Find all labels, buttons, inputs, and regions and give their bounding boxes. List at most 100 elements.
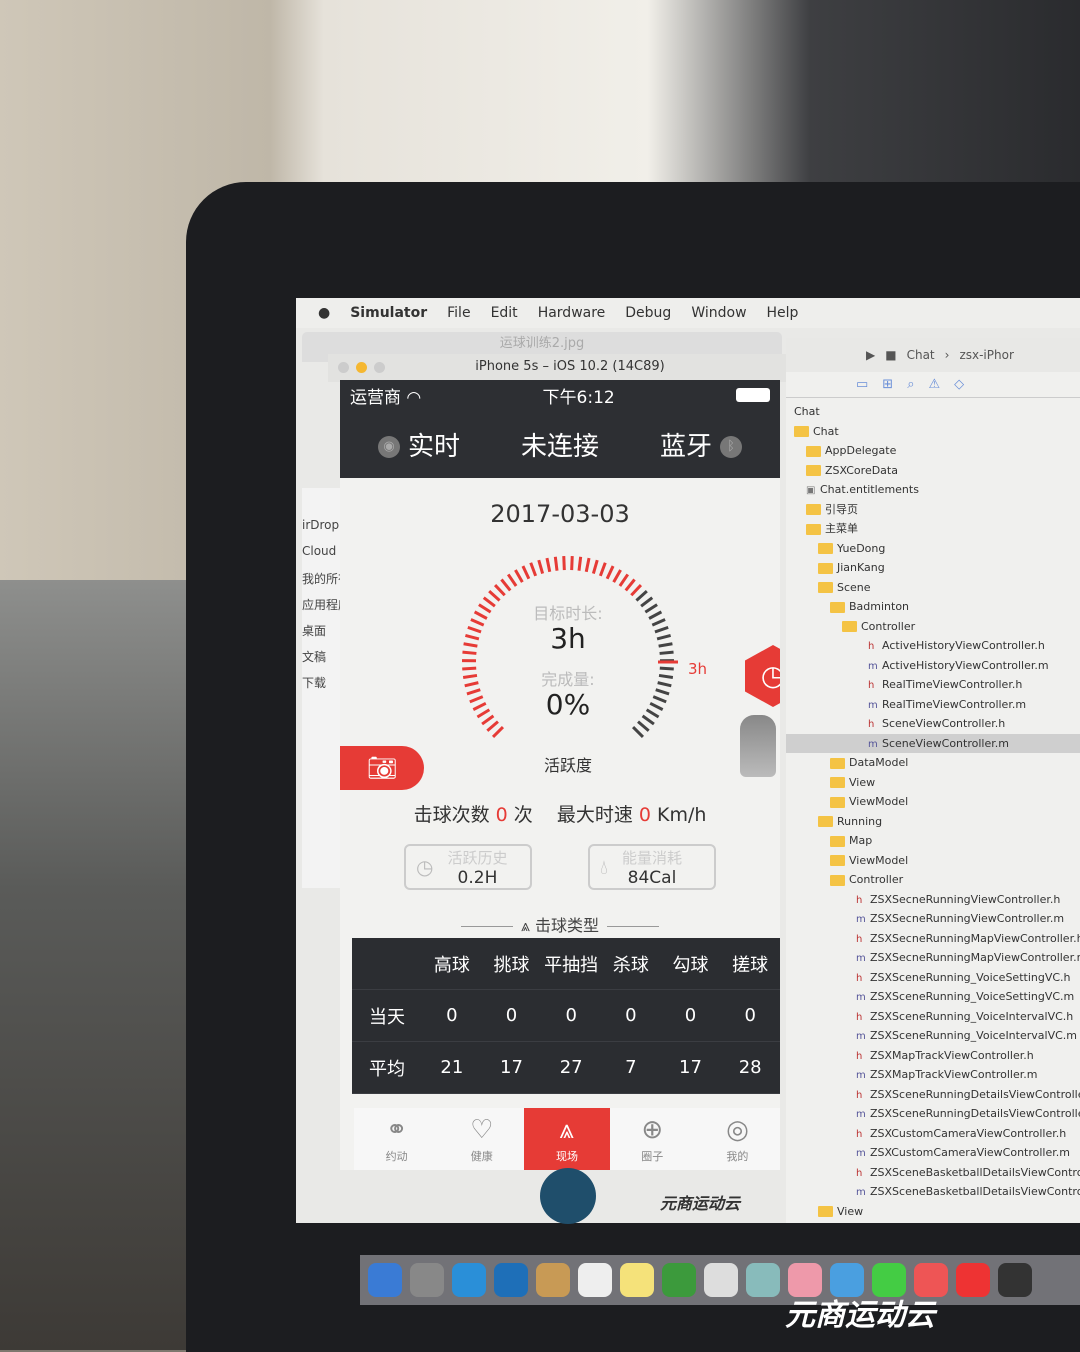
navigator-item[interactable]: AppDelegate <box>786 441 1080 461</box>
dock-app-icon[interactable] <box>956 1263 990 1297</box>
tab-1[interactable]: ♡健康 <box>439 1108 524 1170</box>
dock-app-icon[interactable] <box>536 1263 570 1297</box>
realtime-button[interactable]: ◉实时 <box>370 426 460 463</box>
navigator-item-label: ViewModel <box>849 795 908 808</box>
navigator-item[interactable]: mZSXSecneRunningViewController.m <box>786 909 1080 929</box>
menu-hardware[interactable]: Hardware <box>538 305 606 321</box>
gauge-tick <box>493 727 503 737</box>
run-icon[interactable]: ▶ <box>866 348 875 362</box>
navigator-item[interactable]: m ZSXMapTrackViewController.m <box>786 1065 1080 1085</box>
active-history-card[interactable]: ◷活跃历史0.2H <box>404 844 532 890</box>
navigator-item[interactable]: ViewModel <box>786 851 1080 871</box>
scheme-selector[interactable]: Chat <box>907 348 935 362</box>
dock-app-icon[interactable] <box>704 1263 738 1297</box>
zoom-button[interactable] <box>374 362 385 373</box>
bluetooth-button[interactable]: 蓝牙ᛒ <box>660 426 750 463</box>
menu-edit[interactable]: Edit <box>491 305 518 321</box>
navigator-item[interactable]: mZSXSceneRunning_VoiceIntervalVC.m <box>786 1026 1080 1046</box>
navigator-item[interactable]: DataModel <box>786 753 1080 773</box>
hierarchy-icon[interactable]: ⊞ <box>882 377 893 392</box>
table-cell: 当天 <box>352 1003 422 1029</box>
navigator-item[interactable]: YueDong <box>786 539 1080 559</box>
gauge-tick <box>487 722 498 731</box>
menu-help[interactable]: Help <box>767 305 799 321</box>
navigator-item[interactable]: hZSXCustomCameraViewController.h <box>786 1124 1080 1144</box>
folder-icon[interactable]: ▭ <box>856 377 868 392</box>
navigator-item[interactable]: hActiveHistoryViewController.h <box>786 636 1080 656</box>
navigator-item[interactable]: Map <box>786 831 1080 851</box>
navigator-item[interactable]: mZSXSecneRunningMapViewController.m <box>786 948 1080 968</box>
search-icon[interactable]: ⌕ <box>907 377 914 392</box>
navigator-item[interactable]: mZSXSceneBasketballDetailsViewController… <box>786 1182 1080 1202</box>
gauge-tick <box>593 560 597 573</box>
test-icon[interactable]: ◇ <box>954 377 964 392</box>
source-file-icon: m <box>856 1066 866 1086</box>
tab-0[interactable]: ⚭约动 <box>354 1108 439 1170</box>
navigator-item[interactable]: JianKang <box>786 558 1080 578</box>
navigator-item[interactable]: hZSXSecneRunningMapViewController.h <box>786 929 1080 949</box>
navigator-item[interactable]: Scene <box>786 578 1080 598</box>
stats-line: 击球次数0次 最大时速0Km/h <box>340 800 780 827</box>
device-selector[interactable]: zsx-iPhor <box>959 348 1013 362</box>
navigator-item[interactable]: hZSXSceneBasketballDetailsViewController… <box>786 1163 1080 1183</box>
navigator-item[interactable]: ▣Chat.entitlements <box>786 480 1080 500</box>
menu-window[interactable]: Window <box>691 305 746 321</box>
navigator-item[interactable]: mSceneViewController.m <box>786 734 1080 754</box>
tab-3[interactable]: ⊕圈子 <box>610 1108 695 1170</box>
menu-debug[interactable]: Debug <box>625 305 671 321</box>
navigator-item[interactable]: mZSXCustomCameraViewController.m <box>786 1143 1080 1163</box>
navigator-item[interactable]: Basketball <box>786 1221 1080 1223</box>
navigator-item[interactable]: mActiveHistoryViewController.m <box>786 656 1080 676</box>
camera-button[interactable]: 📷︎ <box>340 746 424 790</box>
navigator-item[interactable]: hZSXSceneRunning_VoiceIntervalVC.h <box>786 1007 1080 1027</box>
navigator-item[interactable]: mRealTimeViewController.m <box>786 695 1080 715</box>
navigator-item[interactable]: hZSXSceneRunning_VoiceSettingVC.h <box>786 968 1080 988</box>
apple-icon[interactable]: ● <box>318 305 330 321</box>
gauge-tick <box>600 563 605 576</box>
folder-icon <box>806 465 821 476</box>
navigator-item[interactable]: 引导页 <box>786 500 1080 520</box>
navigator-item[interactable]: ZSXCoreData <box>786 461 1080 481</box>
close-button[interactable] <box>338 362 349 373</box>
navigator-item[interactable]: 主菜单 <box>786 519 1080 539</box>
navigator-item-label: SceneViewController.h <box>882 717 1005 730</box>
dock-app-icon[interactable] <box>620 1263 654 1297</box>
navigator-item[interactable]: Chat <box>786 402 1080 422</box>
navigator-item[interactable]: hRealTimeViewController.h <box>786 675 1080 695</box>
warning-icon[interactable]: ⚠ <box>928 377 940 392</box>
navigator-item[interactable]: hZSXMapTrackViewController.h <box>786 1046 1080 1066</box>
navigator-item[interactable]: Chat <box>786 422 1080 442</box>
navigator-item[interactable]: Badminton <box>786 597 1080 617</box>
dock-app-icon[interactable] <box>452 1263 486 1297</box>
navigator-item[interactable]: hZSXSecneRunningViewController.h <box>786 890 1080 910</box>
navigator-item[interactable]: mZSXSceneRunning_VoiceSettingVC.m <box>786 987 1080 1007</box>
dock-app-icon[interactable] <box>998 1263 1032 1297</box>
timer-button[interactable]: ◷ <box>745 645 780 707</box>
dock-app-icon[interactable] <box>494 1263 528 1297</box>
navigator-item-label: ZSXMapTrackViewController.m <box>870 1068 1037 1081</box>
header-file-icon: h <box>856 891 866 911</box>
navigator-item[interactable]: mZSXSceneRunningDetailsViewController.m <box>786 1104 1080 1124</box>
navigator-item[interactable]: Running <box>786 812 1080 832</box>
navigator-item[interactable]: View <box>786 1202 1080 1222</box>
navigator-item[interactable]: hSceneViewController.h <box>786 714 1080 734</box>
navigator-item[interactable]: ViewModel <box>786 792 1080 812</box>
minimize-button[interactable] <box>356 362 367 373</box>
tab-2[interactable]: ⩓现场 <box>524 1108 609 1170</box>
navigator-item[interactable]: Controller <box>786 870 1080 890</box>
dock-app-icon[interactable] <box>662 1263 696 1297</box>
navigator-item[interactable]: Controller <box>786 617 1080 637</box>
menu-file[interactable]: File <box>447 305 470 321</box>
dock-app-icon[interactable] <box>746 1263 780 1297</box>
dock-app-icon[interactable] <box>410 1263 444 1297</box>
dock-app-icon[interactable] <box>578 1263 612 1297</box>
dock-app-icon[interactable] <box>368 1263 402 1297</box>
source-file-icon: m <box>856 1027 866 1047</box>
robot-mascot[interactable] <box>740 715 776 777</box>
navigator-item[interactable]: View <box>786 773 1080 793</box>
menu-app[interactable]: Simulator <box>350 305 427 321</box>
tab-4[interactable]: ◎我的 <box>695 1108 780 1170</box>
navigator-item[interactable]: hZSXSceneRunningDetailsViewController.h <box>786 1085 1080 1105</box>
stop-icon[interactable]: ■ <box>885 348 896 362</box>
energy-card[interactable]: 💧︎能量消耗84Cal <box>588 844 716 890</box>
